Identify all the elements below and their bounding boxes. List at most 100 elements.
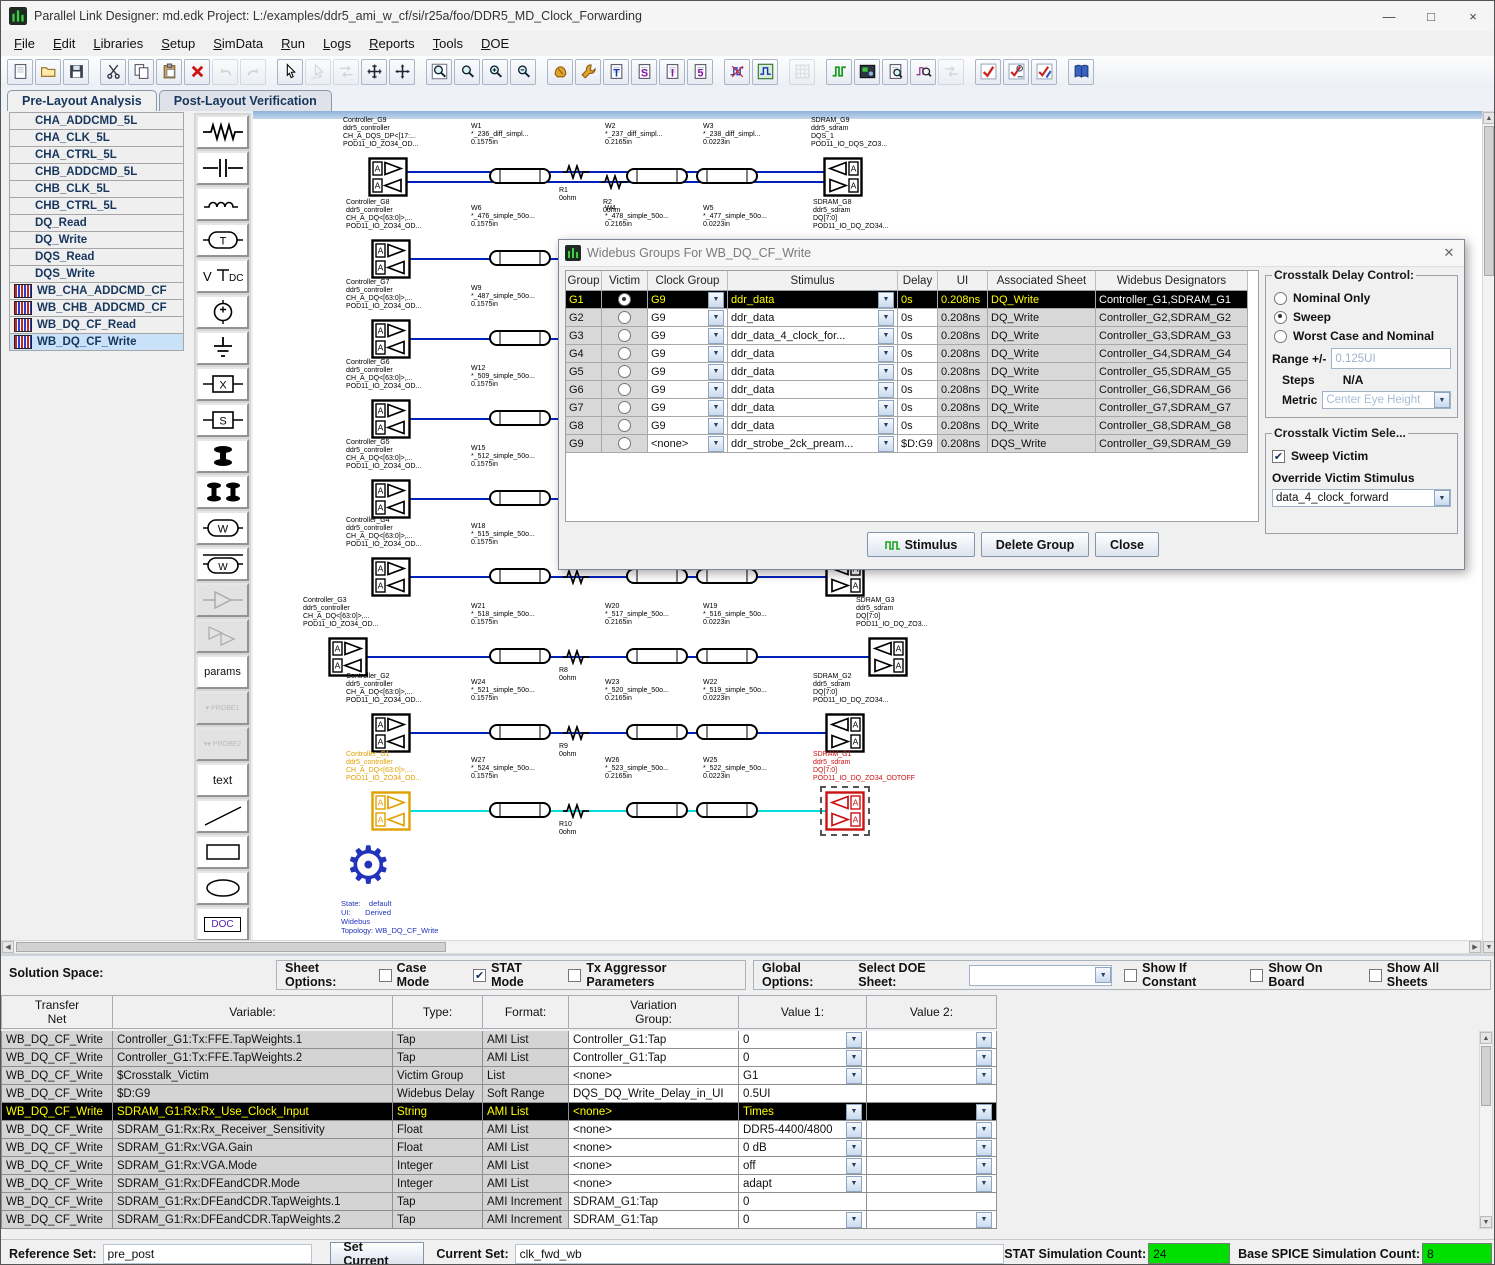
type-cell[interactable]: Float: [393, 1121, 483, 1139]
group-cell[interactable]: G6: [566, 381, 602, 399]
palette-capacitor-icon[interactable]: [196, 151, 249, 185]
sheet-state-gear-icon[interactable]: ⚙: [345, 838, 392, 894]
type-cell[interactable]: Integer: [393, 1175, 483, 1193]
clock-group-cell[interactable]: G9▼: [648, 345, 728, 363]
transmission-line-g3-1[interactable]: [488, 647, 552, 668]
variable-cell[interactable]: $Crosstalk_Victim: [113, 1067, 393, 1085]
controller-symbol-g5[interactable]: AA: [371, 479, 411, 519]
reference-set-field[interactable]: pre_post: [103, 1244, 313, 1264]
value1-cell[interactable]: 0▼: [739, 1031, 867, 1049]
close-dialog-button[interactable]: Close: [1095, 532, 1159, 557]
solution-row[interactable]: WB_DQ_CF_Write$D:G9Widebus DelaySoft Ran…: [1, 1085, 997, 1103]
designators-cell[interactable]: Controller_G5,SDRAM_G5: [1096, 363, 1248, 381]
transmission-line-g4-2[interactable]: [625, 567, 689, 588]
chevron-down-icon[interactable]: ▼: [976, 1140, 992, 1156]
variable-cell[interactable]: SDRAM_G1:Rx:VGA.Mode: [113, 1157, 393, 1175]
format-cell[interactable]: AMI Increment: [483, 1193, 569, 1211]
sdram-symbol-g9[interactable]: AA: [823, 157, 863, 197]
chevron-down-icon[interactable]: ▼: [878, 400, 894, 416]
menu-reports[interactable]: Reports: [360, 33, 424, 54]
transfer-net-cell[interactable]: WB_DQ_CF_Write: [1, 1211, 113, 1229]
designators-cell[interactable]: Controller_G2,SDRAM_G2: [1096, 309, 1248, 327]
palette-via-pair-icon[interactable]: [196, 475, 249, 509]
stimulus-button[interactable]: Stimulus: [867, 532, 975, 557]
variation-group-cell[interactable]: Controller_G1:Tap: [569, 1049, 739, 1067]
stimulus-cell[interactable]: ddr_data▼: [728, 381, 898, 399]
palette-params-icon[interactable]: params: [196, 655, 249, 689]
current-set-field[interactable]: clk_fwd_wb: [515, 1244, 1005, 1264]
minimize-button[interactable]: —: [1368, 2, 1410, 31]
palette-ground-icon[interactable]: [196, 331, 249, 365]
value1-cell[interactable]: 0: [739, 1193, 867, 1211]
chevron-down-icon[interactable]: ▼: [976, 1050, 992, 1066]
variable-cell[interactable]: Controller_G1:Tx:FFE.TapWeights.1: [113, 1031, 393, 1049]
palette-inductor-icon[interactable]: [196, 187, 249, 221]
controller-symbol-g4[interactable]: AA: [371, 557, 411, 597]
palette-w-line-icon[interactable]: W: [196, 511, 249, 545]
transfer-net-cell[interactable]: WB_DQ_CF_Write: [1, 1067, 113, 1085]
net-item-wb_chb_addcmd_cf[interactable]: WB_CHB_ADDCMD_CF: [9, 299, 184, 317]
dialog-title-bar[interactable]: Widebus Groups For WB_DQ_CF_Write ✕: [559, 240, 1464, 267]
variable-cell[interactable]: SDRAM_G1:Rx:VGA.Gain: [113, 1139, 393, 1157]
chevron-down-icon[interactable]: ▼: [878, 292, 894, 308]
global-option-show-all-sheets[interactable]: Show All Sheets: [1369, 961, 1476, 989]
chevron-down-icon[interactable]: ▼: [878, 310, 894, 326]
menu-doe[interactable]: DOE: [472, 33, 518, 54]
group-cell[interactable]: G5: [566, 363, 602, 381]
transmission-line-g5-1[interactable]: [488, 489, 552, 510]
value2-cell[interactable]: ▼: [867, 1157, 997, 1175]
transfer-net-cell[interactable]: WB_DQ_CF_Write: [1, 1085, 113, 1103]
net-item-dqs_read[interactable]: DQS_Read: [9, 248, 184, 266]
checkbox-icon[interactable]: [379, 969, 392, 982]
maximize-button[interactable]: □: [1410, 2, 1452, 31]
menu-tools[interactable]: Tools: [424, 33, 472, 54]
format-cell[interactable]: AMI Increment: [483, 1211, 569, 1229]
solution-row[interactable]: WB_DQ_CF_WriteSDRAM_G1:Rx:DFEandCDR.TapW…: [1, 1193, 997, 1211]
chevron-down-icon[interactable]: ▼: [846, 1212, 862, 1228]
chevron-down-icon[interactable]: ▼: [1434, 490, 1450, 506]
controller-symbol-g1[interactable]: AA: [371, 791, 411, 831]
victim-cell[interactable]: [602, 417, 648, 435]
checkbox-icon[interactable]: ✔: [473, 969, 486, 982]
variation-group-cell[interactable]: Controller_G1:Tap: [569, 1031, 739, 1049]
zoom-tool-icon[interactable]: [454, 59, 480, 85]
net-item-wb_cha_addcmd_cf[interactable]: WB_CHA_ADDCMD_CF: [9, 282, 184, 300]
clock-group-cell[interactable]: G9▼: [648, 291, 728, 309]
net-item-dq_read[interactable]: DQ_Read: [9, 214, 184, 232]
palette-doc-tool-icon[interactable]: DOC: [196, 907, 249, 941]
palette-w-line-coupled-icon[interactable]: W: [196, 547, 249, 581]
chevron-down-icon[interactable]: ▼: [976, 1158, 992, 1174]
widebus-group-row-g8[interactable]: G8G9▼ddr_data▼0s0.208nsDQ_WriteControlle…: [566, 417, 1258, 435]
value2-cell[interactable]: [867, 1193, 997, 1211]
value2-cell[interactable]: ▼: [867, 1103, 997, 1121]
chevron-down-icon[interactable]: ▼: [846, 1032, 862, 1048]
pan-tool-icon[interactable]: [389, 59, 415, 85]
transmission-line-g2-1[interactable]: [488, 723, 552, 744]
stimulus-cell[interactable]: ddr_strobe_2ck_pream...▼: [728, 435, 898, 453]
associated-sheet-cell[interactable]: DQS_Write: [988, 435, 1096, 453]
controller-symbol-g7[interactable]: AA: [371, 319, 411, 359]
victim-cell[interactable]: [602, 381, 648, 399]
palette-rectangle-tool-icon[interactable]: [196, 835, 249, 869]
chevron-down-icon[interactable]: ▼: [878, 418, 894, 434]
stimulus-cell[interactable]: ddr_data_4_clock_for...▼: [728, 327, 898, 345]
net-item-cha_ctrl_5l[interactable]: CHA_CTRL_5L: [9, 146, 184, 164]
delay-cell[interactable]: 0s: [898, 327, 938, 345]
solution-row[interactable]: WB_DQ_CF_Write$Crosstalk_VictimVictim Gr…: [1, 1067, 997, 1085]
controller-symbol-g3[interactable]: AA: [328, 637, 368, 677]
delete-icon[interactable]: [184, 59, 210, 85]
format-cell[interactable]: AMI List: [483, 1175, 569, 1193]
clock-group-cell[interactable]: G9▼: [648, 417, 728, 435]
clock-group-cell[interactable]: G9▼: [648, 363, 728, 381]
widebus-group-row-g2[interactable]: G2G9▼ddr_data▼0s0.208nsDQ_WriteControlle…: [566, 309, 1258, 327]
value1-cell[interactable]: adapt▼: [739, 1175, 867, 1193]
delay-cell[interactable]: 0s: [898, 291, 938, 309]
radio-icon[interactable]: [1274, 292, 1287, 305]
radio-icon[interactable]: [1274, 311, 1287, 324]
sim-run-icon[interactable]: [547, 59, 573, 85]
solution-row[interactable]: WB_DQ_CF_WriteController_G1:Tx:FFE.TapWe…: [1, 1031, 997, 1049]
board-viewer-icon[interactable]: [854, 59, 880, 85]
delay-cell[interactable]: 0s: [898, 345, 938, 363]
group-cell[interactable]: G7: [566, 399, 602, 417]
ui-cell[interactable]: 0.208ns: [938, 345, 988, 363]
